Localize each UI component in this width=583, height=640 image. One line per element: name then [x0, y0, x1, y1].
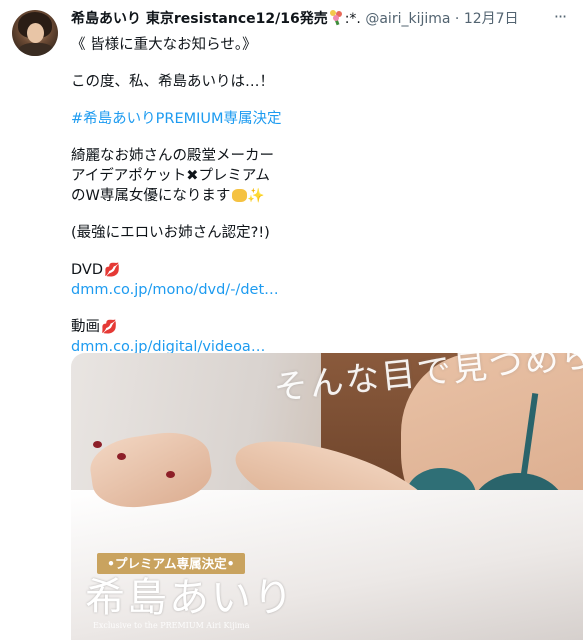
text-line: アイデアポケット✖プレミアム [71, 166, 565, 186]
avatar[interactable] [12, 10, 58, 56]
heavy-x-icon: ✖ [186, 168, 199, 184]
lips-icon: 💋 [101, 320, 118, 335]
user-handle[interactable]: @airi_kijima [365, 11, 450, 27]
text-line: 綺麗なお姉さんの殿堂メーカー [71, 148, 274, 164]
tweet-text: 《 皆様に重大なお知らせ。》 この度、私、希島あいりは…！ #希島あいりPREM… [71, 35, 565, 357]
text-line: DVD💋 [71, 260, 565, 280]
display-name[interactable]: 希島あいり 東京resistance12/16発売 [71, 11, 328, 27]
sparkles-icon: ✨ [247, 188, 265, 204]
media-subtitle: Exclusive to the PREMIUM Airi Kijima [93, 621, 250, 630]
media-badge: •プレミアム専属決定• [97, 553, 245, 574]
text-segment: のW専属女優になります [71, 188, 231, 204]
video-label: 動画 [71, 319, 100, 335]
raising-hands-icon [232, 189, 248, 202]
tweet-header: 希島あいり 東京resistance12/16発売 :*. @airi_kijim… [71, 9, 543, 29]
text-line: のW専属女優になります ✨ [71, 186, 565, 206]
dvd-link[interactable]: dmm.co.jp/mono/dvd/-/det… [71, 282, 279, 298]
more-horizontal-icon[interactable]: ··· [551, 9, 569, 27]
tweet-date[interactable]: 12月7日 [464, 11, 519, 27]
text-line: 《 皆様に重大なお知らせ。》 [71, 37, 257, 53]
bouquet-icon [329, 10, 344, 26]
text-line: この度、私、希島あいりは…！ [71, 74, 274, 90]
separator-dot: · [454, 11, 460, 27]
text-line: (最強にエロいお姉さん認定?!) [71, 225, 270, 241]
tweet-media-image[interactable]: そんな目で見つめられたら •プレミアム専属決定• 希島あいり Exclusive… [71, 353, 583, 640]
hashtag-link[interactable]: #希島あいりPREMIUM専属決定 [71, 111, 282, 127]
dvd-label: DVD [71, 262, 103, 278]
text-segment: アイデアポケット [71, 168, 187, 184]
lips-icon: 💋 [104, 263, 121, 278]
tweet[interactable]: 希島あいり 東京resistance12/16発売 :*. @airi_kijim… [0, 0, 583, 640]
media-title: 希島あいり [85, 575, 295, 621]
text-line: 動画💋 [71, 317, 565, 337]
name-decoration: :*. [344, 11, 361, 27]
text-segment: プレミアム [198, 168, 270, 184]
